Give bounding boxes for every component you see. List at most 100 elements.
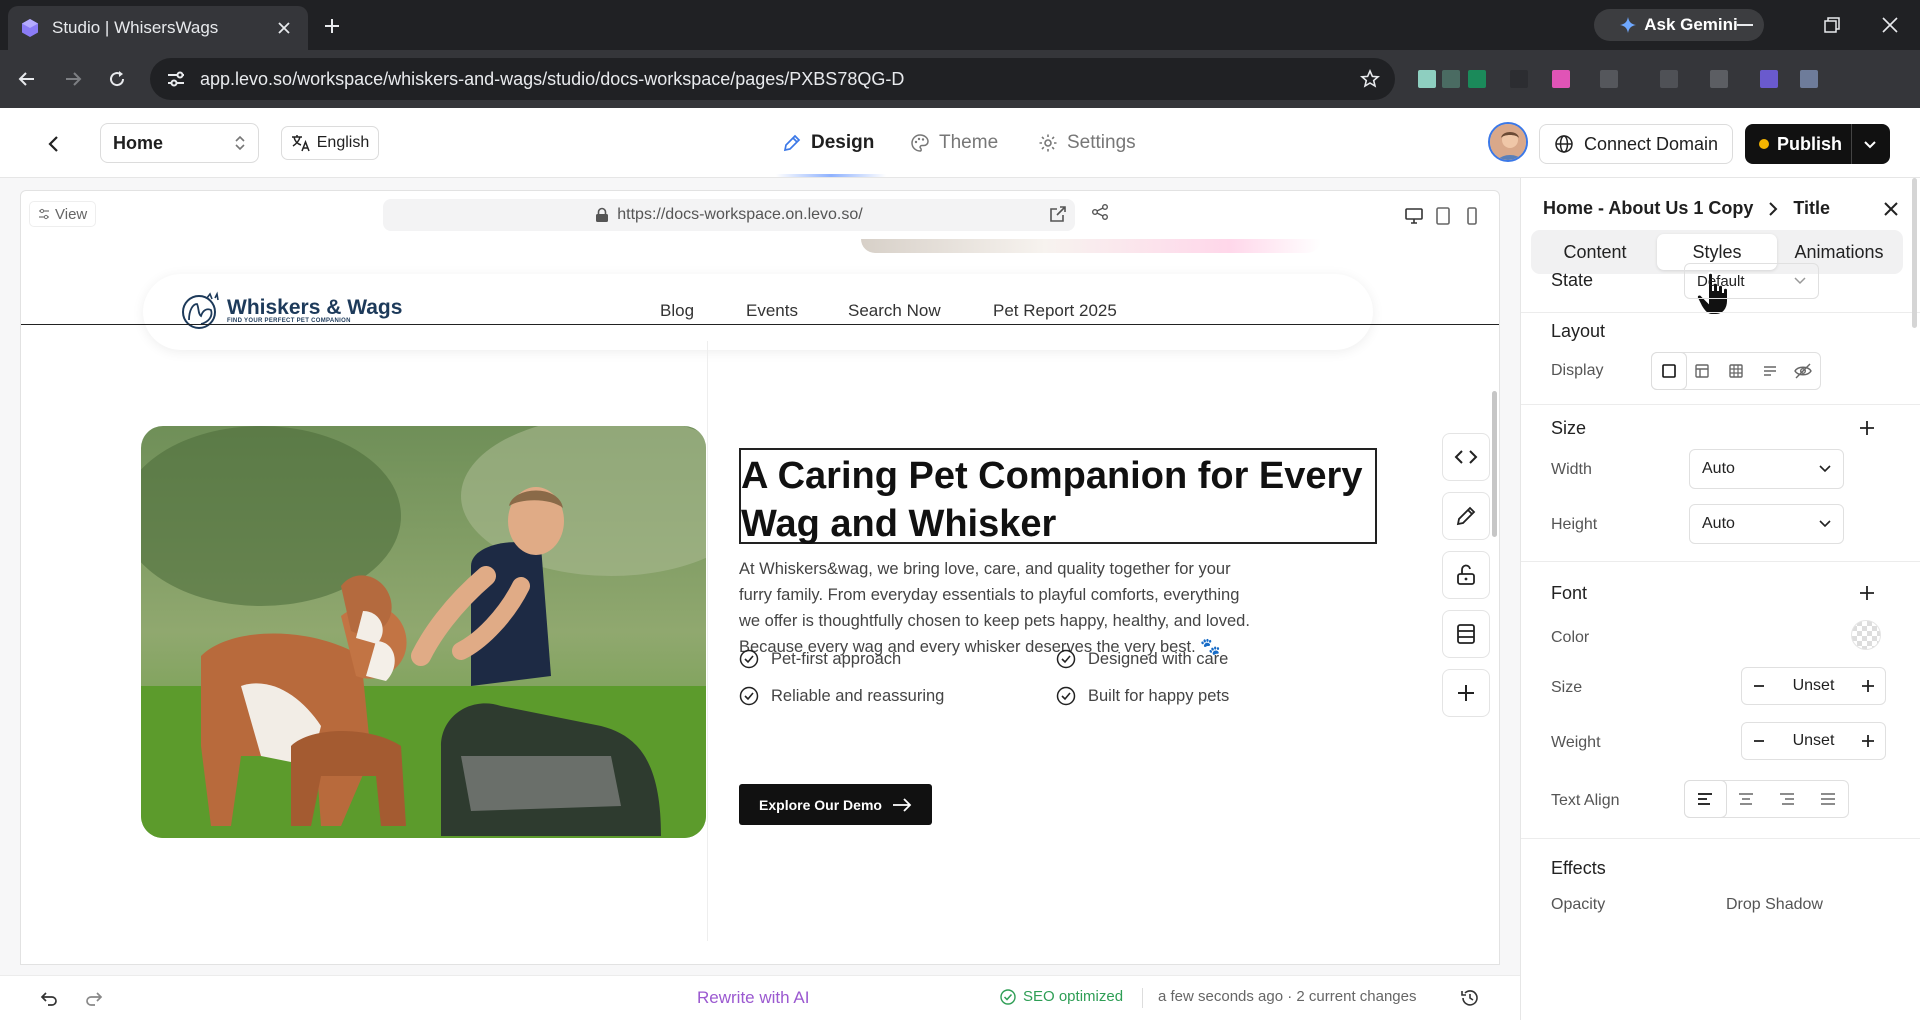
language-button[interactable]: English bbox=[281, 126, 379, 160]
size-title: Size bbox=[1551, 418, 1587, 438]
tab-settings[interactable]: Settings bbox=[1038, 126, 1136, 160]
check-circle-icon bbox=[1000, 988, 1016, 1005]
bookmark-star-icon[interactable] bbox=[1355, 64, 1385, 94]
display-flex-option[interactable] bbox=[1686, 353, 1720, 389]
tablet-view-icon[interactable] bbox=[1434, 207, 1452, 225]
connect-domain-button[interactable]: Connect Domain bbox=[1539, 124, 1733, 164]
display-inline-option[interactable] bbox=[1753, 353, 1787, 389]
page-selector[interactable]: Home bbox=[100, 123, 259, 163]
page-preview-frame[interactable]: View https://docs-workspace.on.levo.so/ … bbox=[20, 190, 1500, 965]
mobile-view-icon[interactable] bbox=[1463, 207, 1481, 225]
globe-icon bbox=[1555, 135, 1573, 153]
extension-icon[interactable] bbox=[1600, 70, 1618, 88]
panel-scrollbar[interactable] bbox=[1912, 178, 1918, 1020]
site-nav-pet-report[interactable]: Pet Report 2025 bbox=[993, 301, 1117, 321]
height-value: Auto bbox=[1702, 515, 1735, 532]
site-header[interactable]: Whiskers & Wags FIND YOUR PERFECT PET CO… bbox=[143, 274, 1373, 350]
breadcrumb-parent[interactable]: Home - About Us 1 Copy bbox=[1543, 198, 1753, 219]
avatar[interactable] bbox=[1488, 122, 1528, 162]
unlock-icon bbox=[1457, 564, 1475, 585]
site-settings-icon[interactable] bbox=[164, 67, 188, 91]
tab-theme[interactable]: Theme bbox=[910, 126, 998, 160]
extension-icon[interactable] bbox=[1760, 70, 1778, 88]
explore-demo-button[interactable]: Explore Our Demo bbox=[739, 784, 932, 825]
site-nav-search-now[interactable]: Search Now bbox=[848, 301, 941, 321]
canvas-scrollbar[interactable] bbox=[1492, 391, 1497, 537]
extension-icon[interactable] bbox=[1442, 70, 1460, 88]
history-icon[interactable] bbox=[1460, 988, 1480, 1008]
hero-image[interactable] bbox=[141, 426, 706, 838]
unpublished-status-dot bbox=[1759, 139, 1769, 149]
tab-content[interactable]: Content bbox=[1535, 234, 1655, 270]
add-font-icon[interactable] bbox=[1857, 583, 1877, 603]
minus-icon[interactable] bbox=[1752, 734, 1766, 748]
chevron-down-icon bbox=[1819, 520, 1831, 528]
display-none-option[interactable] bbox=[1786, 353, 1820, 389]
site-nav-blog[interactable]: Blog bbox=[660, 301, 694, 321]
font-title: Font bbox=[1551, 583, 1588, 603]
layers-tool-button[interactable] bbox=[1442, 610, 1490, 658]
font-size-stepper[interactable]: Unset bbox=[1741, 667, 1886, 705]
align-center-option[interactable] bbox=[1726, 781, 1767, 817]
language-label: English bbox=[316, 134, 370, 151]
new-tab-icon[interactable] bbox=[318, 12, 346, 40]
view-toggle[interactable]: View bbox=[29, 201, 97, 227]
publish-button[interactable]: Publish bbox=[1745, 124, 1890, 164]
open-external-icon[interactable] bbox=[1049, 205, 1067, 223]
close-window-icon[interactable] bbox=[1870, 10, 1910, 40]
url-bar[interactable]: app.levo.so/workspace/whiskers-and-wags/… bbox=[150, 58, 1395, 100]
state-select[interactable]: Default bbox=[1684, 263, 1819, 299]
tab-design[interactable]: Design bbox=[782, 126, 874, 160]
minus-icon[interactable] bbox=[1752, 679, 1766, 693]
design-canvas: View https://docs-workspace.on.levo.so/ … bbox=[0, 178, 1520, 975]
add-size-icon[interactable] bbox=[1857, 418, 1877, 438]
hero-description[interactable]: At Whiskers&wag, we bring love, care, an… bbox=[739, 556, 1259, 660]
height-select[interactable]: Auto bbox=[1689, 504, 1844, 544]
extension-icon[interactable] bbox=[1510, 70, 1528, 88]
minimize-window-icon[interactable] bbox=[1725, 10, 1765, 40]
extension-icon[interactable] bbox=[1800, 70, 1818, 88]
active-tab-indicator bbox=[776, 174, 886, 177]
extension-icon[interactable] bbox=[1468, 70, 1486, 88]
browser-tab[interactable]: Studio | WhisersWags bbox=[8, 6, 308, 50]
align-justify-option[interactable] bbox=[1807, 781, 1848, 817]
display-block-option[interactable] bbox=[1652, 353, 1686, 389]
display-grid-option[interactable] bbox=[1719, 353, 1753, 389]
preview-url-bar[interactable]: https://docs-workspace.on.levo.so/ bbox=[383, 199, 1075, 231]
translate-icon bbox=[291, 135, 310, 152]
edit-tool-button[interactable] bbox=[1442, 492, 1490, 540]
redo-icon[interactable] bbox=[85, 989, 103, 1007]
undo-icon[interactable] bbox=[40, 989, 58, 1007]
rewrite-ai-button[interactable]: Rewrite with AI bbox=[697, 988, 809, 1008]
chevron-down-icon[interactable] bbox=[1860, 134, 1880, 154]
hero-heading[interactable]: A Caring Pet Companion for Every Wag and… bbox=[741, 452, 1381, 548]
extension-icon[interactable] bbox=[1710, 70, 1728, 88]
back-arrow-icon[interactable] bbox=[14, 66, 40, 92]
forward-arrow-icon[interactable] bbox=[60, 66, 86, 92]
plus-icon[interactable] bbox=[1861, 679, 1875, 693]
align-left-option[interactable] bbox=[1685, 781, 1726, 817]
add-element-button[interactable] bbox=[1442, 669, 1490, 717]
restore-window-icon[interactable] bbox=[1812, 10, 1852, 40]
feature-item: Designed with care bbox=[1056, 649, 1228, 669]
width-select[interactable]: Auto bbox=[1689, 449, 1844, 489]
close-panel-icon[interactable] bbox=[1880, 198, 1902, 220]
back-chevron-icon[interactable] bbox=[42, 132, 66, 156]
font-color-swatch[interactable] bbox=[1851, 620, 1881, 650]
share-icon[interactable] bbox=[1091, 203, 1109, 221]
seo-status[interactable]: SEO optimized bbox=[1000, 988, 1123, 1005]
reload-icon[interactable] bbox=[104, 66, 130, 92]
extension-icon[interactable] bbox=[1552, 70, 1570, 88]
desktop-view-icon[interactable] bbox=[1405, 207, 1423, 225]
extension-icon[interactable] bbox=[1418, 70, 1436, 88]
plus-icon[interactable] bbox=[1861, 734, 1875, 748]
lock-tool-button[interactable] bbox=[1442, 551, 1490, 599]
site-nav-events[interactable]: Events bbox=[746, 301, 798, 321]
code-tool-button[interactable] bbox=[1442, 433, 1490, 481]
extension-icon[interactable] bbox=[1660, 70, 1678, 88]
preview-url-text: https://docs-workspace.on.levo.so/ bbox=[617, 206, 863, 223]
align-right-icon bbox=[1779, 793, 1794, 805]
align-right-option[interactable] bbox=[1767, 781, 1808, 817]
font-weight-stepper[interactable]: Unset bbox=[1741, 722, 1886, 760]
close-tab-icon[interactable] bbox=[272, 16, 296, 40]
